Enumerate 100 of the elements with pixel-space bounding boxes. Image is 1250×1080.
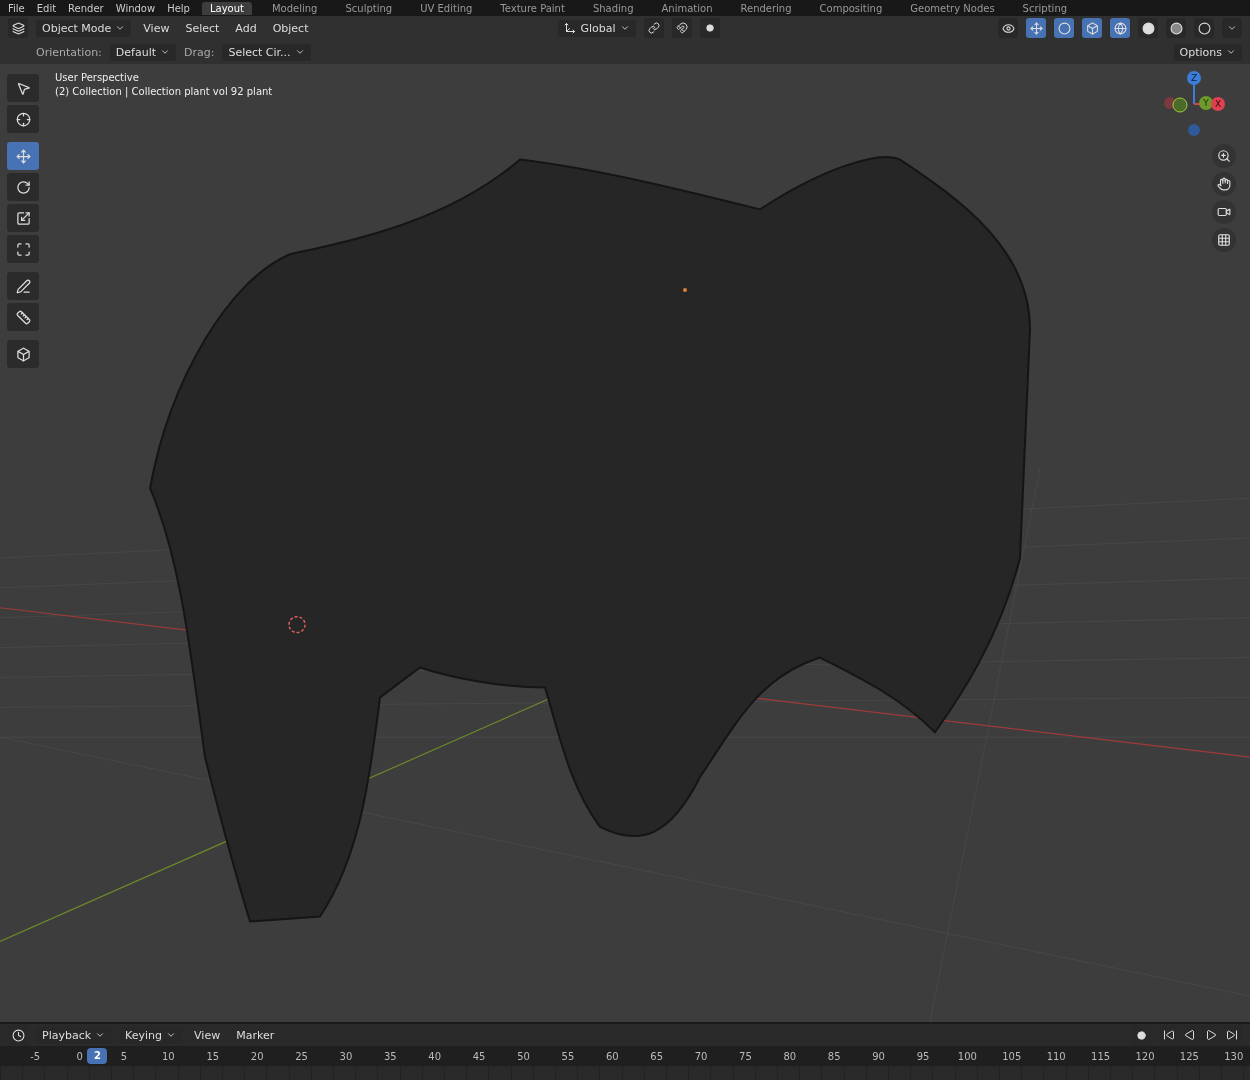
frame-number: 5 [120,1050,128,1062]
frame-number: 40 [428,1050,442,1062]
drag-dropdown[interactable]: Select Cir... [222,43,311,61]
view-title: User Perspective [55,72,140,83]
frame-number: 105 [1002,1050,1022,1062]
timeline-menu-item[interactable]: Marker [232,1026,279,1044]
menu-item[interactable]: Help [167,2,190,14]
caret-icon [619,23,630,33]
overlay-button[interactable] [1054,18,1074,38]
frame-number: 65 [650,1050,664,1062]
frame-number: 45 [472,1050,486,1062]
link-icon [647,22,660,34]
frame-number: 75 [739,1050,752,1062]
orientation-dropdown[interactable]: Global [558,19,636,37]
mode-dropdown[interactable]: Object Mode [36,19,132,37]
orientation-dropdown[interactable]: Default [109,43,176,61]
menu-item[interactable]: Window [115,2,156,14]
frame-number: 25 [295,1050,308,1062]
frame-number: 120 [1135,1050,1155,1062]
pivot-button[interactable] [643,18,664,38]
frame-number: 100 [957,1050,977,1062]
collection-info: (2) Collection | Collection plant vol 92 plant [55,86,273,97]
circle-icon [1057,21,1071,35]
hand-icon [1217,177,1231,191]
workspace-tab[interactable]: Geometry Nodes [902,1,1003,15]
xray-button[interactable] [1082,18,1102,38]
shading-button[interactable] [1166,18,1186,38]
tool-button[interactable] [7,303,39,331]
cube-icon [1085,21,1099,35]
menu-item[interactable]: File [8,2,25,14]
pan-button[interactable] [1212,172,1236,196]
frame-number: 85 [827,1050,841,1062]
workspace-tab[interactable]: Animation [653,1,721,15]
skip-back-icon [1163,1029,1175,1041]
frame-number: 130 [1224,1050,1244,1062]
visibility-button[interactable] [998,18,1018,38]
workspace-tab[interactable]: Modeling [263,1,326,15]
tool-button[interactable] [7,105,39,133]
shading-button[interactable] [1138,18,1158,38]
workspace-tab[interactable]: Texture Paint [492,1,573,15]
axes-icon [564,22,577,34]
workspace-tab[interactable]: Scripting [1014,1,1076,15]
frame-number: 15 [206,1050,220,1062]
snap-button[interactable] [671,18,692,38]
workspace-tab[interactable]: Shading [584,1,642,15]
frame-number: 0 [76,1050,83,1062]
skip-forward-icon [1226,1029,1238,1041]
workspace-tab[interactable]: Rendering [732,1,800,15]
grid-button[interactable] [1212,228,1236,252]
tool-button[interactable] [7,173,39,201]
options-dropdown[interactable]: Options [1173,43,1242,61]
workspace-tab[interactable]: Compositing [811,1,891,15]
workspace-tab[interactable]: UV Editing [412,1,481,15]
origin-dot-icon [683,288,687,293]
menu-item[interactable]: Select [181,19,224,37]
camera-button[interactable] [1212,200,1236,224]
pointer-icon [15,80,31,96]
frame-number: 55 [561,1050,575,1062]
menu-item[interactable]: Edit [36,2,57,14]
frame-number: 30 [339,1050,353,1062]
current-frame-indicator[interactable]: 2 [87,1048,108,1064]
menu-item[interactable]: Object [268,19,313,37]
gizmo-button[interactable] [1026,18,1046,38]
shading-button[interactable] [1194,18,1214,38]
frame-number: 50 [517,1050,530,1062]
cube-icon [15,346,31,362]
frame-number: -5 [30,1050,41,1062]
tool-button[interactable] [7,204,39,232]
viewport[interactable]: User Perspective (2) Collection | Collection plant vol 92 plant Z Y X [0,64,1250,1022]
3d-cursor-icon [288,615,306,634]
caret-icon [115,23,126,33]
tool-button[interactable] [7,74,39,102]
dot-icon [1136,1030,1146,1040]
menu-item[interactable]: View [139,19,174,37]
sphere-icon [1141,21,1155,35]
camera-icon [1217,205,1231,219]
workspace-tab[interactable]: Layout [201,1,252,15]
sphere-icon [1169,21,1183,35]
scale-icon [15,210,31,226]
pencil-icon [15,278,31,294]
editor-type-button[interactable] [8,18,28,38]
menu-item[interactable]: Render [68,2,104,14]
shading-button[interactable] [1110,18,1130,38]
frame-number: 115 [1091,1050,1111,1062]
zoom-button[interactable] [1212,144,1236,168]
menu-item[interactable]: Add [231,19,261,37]
tool-button[interactable] [7,272,39,300]
layers-icon [11,21,25,35]
play-icon [1205,1029,1217,1041]
tool-button[interactable] [7,235,39,263]
drag-label: Drag: [184,45,215,59]
frame-number: 35 [383,1050,397,1062]
frame-number: 125 [1179,1050,1199,1062]
proportional-button[interactable] [699,18,720,38]
clock-icon [11,1028,25,1042]
magnet-icon [675,22,688,34]
axis-gizmo-drawing[interactable]: Z Y X [1162,70,1232,140]
tool-button[interactable] [7,340,39,368]
workspace-tab[interactable]: Sculpting [337,1,401,15]
timeline-menu-item[interactable]: View [190,1026,225,1044]
